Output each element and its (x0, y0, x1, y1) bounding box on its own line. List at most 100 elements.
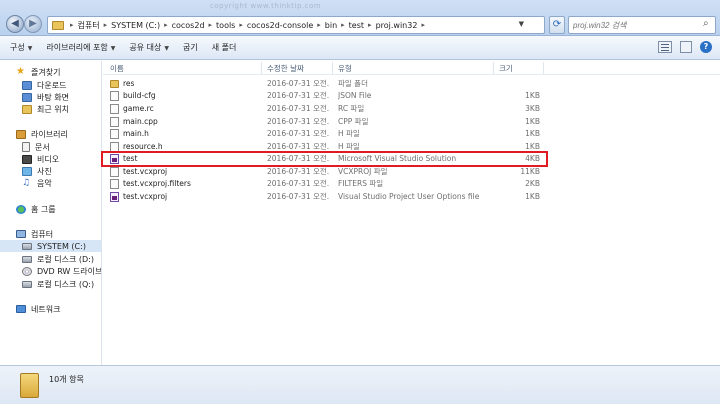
nav-desktop[interactable]: 바탕 화면 (22, 91, 69, 103)
file-icon (110, 129, 119, 139)
refresh-button[interactable]: ⟳ (549, 16, 565, 34)
breadcrumb-bin[interactable]: bin (323, 21, 339, 30)
search-input[interactable] (568, 16, 716, 34)
chevron-down-icon[interactable]: ▼ (519, 20, 524, 28)
file-row[interactable]: resource.h 2016-07-31 오전... H 파일 1KB (103, 141, 720, 153)
refresh-icon: ⟳ (552, 19, 562, 30)
preview-pane-icon[interactable] (680, 41, 692, 53)
file-list: 이름 수정한 날짜 유형 크기 res 2016-07-31 오전... 파일 … (103, 61, 720, 365)
file-row[interactable]: test.vcxproj.filters 2016-07-31 오전... FI… (103, 178, 720, 190)
column-divider[interactable] (261, 62, 262, 74)
file-name: test (123, 154, 138, 163)
file-row[interactable]: test.vcxproj 2016-07-31 오전... Visual Stu… (103, 191, 720, 203)
nav-music[interactable]: ♫ 음악 (22, 177, 52, 189)
nav-local-q[interactable]: 로컬 디스크 (Q:) (22, 278, 94, 290)
chevron-right-icon[interactable]: ▸ (102, 21, 110, 29)
nav-libraries[interactable]: 라이브러리 (16, 128, 68, 140)
file-type: VCXPROJ 파일 (338, 167, 388, 176)
burn-button[interactable]: 굽기 (183, 42, 198, 53)
chevron-right-icon[interactable]: ▸ (237, 21, 245, 29)
chevron-right-icon[interactable]: ▸ (315, 21, 323, 29)
breadcrumb-cocos2d-console[interactable]: cocos2d-console (245, 21, 315, 30)
column-divider[interactable] (493, 62, 494, 74)
new-folder-button[interactable]: 새 폴더 (212, 42, 237, 53)
file-row-highlighted[interactable]: test 2016-07-31 오전... Microsoft Visual S… (103, 153, 720, 165)
chevron-right-icon[interactable]: ▸ (162, 21, 170, 29)
drive-icon (22, 280, 32, 288)
column-date[interactable]: 수정한 날짜 (267, 63, 304, 74)
navigation-pane: ★ 즐겨찾기 다운로드 바탕 화면 최근 위치 라이브러리 문서 비디오 사진 … (0, 61, 102, 365)
breadcrumb-system-c[interactable]: SYSTEM (C:) (109, 21, 162, 30)
file-size: 11KB (520, 167, 540, 176)
column-name[interactable]: 이름 (110, 63, 124, 74)
star-icon: ★ (16, 66, 25, 77)
file-type: CPP 파일 (338, 117, 369, 126)
nav-system-c[interactable]: SYSTEM (C:) (0, 240, 101, 252)
nav-label: 컴퓨터 (31, 229, 54, 239)
column-divider[interactable] (332, 62, 333, 74)
drive-icon (22, 255, 32, 263)
back-button[interactable]: ◀ (6, 15, 24, 33)
column-size[interactable]: 크기 (499, 63, 513, 74)
chevron-right-icon[interactable]: ▸ (207, 21, 215, 29)
nav-downloads[interactable]: 다운로드 (22, 79, 66, 91)
nav-network[interactable]: 네트워크 (16, 303, 60, 315)
chevron-down-icon: ▼ (110, 45, 116, 52)
file-row[interactable]: test.vcxproj 2016-07-31 오전... VCXPROJ 파일… (103, 166, 720, 178)
drive-icon (22, 242, 32, 250)
breadcrumb-proj-win32[interactable]: proj.win32 (374, 21, 420, 30)
file-size: 1KB (525, 192, 540, 201)
homegroup-icon (16, 204, 26, 214)
nav-favorites[interactable]: ★ 즐겨찾기 (16, 66, 60, 78)
pictures-icon (22, 166, 32, 176)
file-name: game.rc (123, 104, 154, 113)
breadcrumb-cocos2d[interactable]: cocos2d (170, 21, 207, 30)
nav-recent[interactable]: 최근 위치 (22, 103, 69, 115)
file-size: 1KB (525, 117, 540, 126)
chevron-right-icon[interactable]: ▸ (68, 21, 76, 29)
organize-menu[interactable]: 구성 ▼ (10, 42, 32, 53)
file-row[interactable]: build-cfg 2016-07-31 오전... JSON File 1KB (103, 90, 720, 102)
share-with-menu[interactable]: 공유 대상 ▼ (129, 42, 169, 53)
nav-label: 비디오 (37, 154, 60, 164)
include-in-library-label: 라이브러리에 포함 (46, 43, 108, 52)
nav-label: SYSTEM (C:) (37, 241, 86, 251)
file-size: 2KB (525, 179, 540, 188)
change-view-icon[interactable] (658, 41, 672, 53)
file-row[interactable]: main.cpp 2016-07-31 오전... CPP 파일 1KB (103, 116, 720, 128)
nav-videos[interactable]: 비디오 (22, 153, 59, 165)
nav-pictures[interactable]: 사진 (22, 165, 52, 177)
search-icon[interactable]: ⌕ (703, 18, 709, 29)
file-icon (110, 91, 119, 101)
nav-computer[interactable]: 컴퓨터 (16, 228, 53, 240)
nav-local-d[interactable]: 로컬 디스크 (D:) (22, 253, 94, 265)
column-type[interactable]: 유형 (338, 63, 352, 74)
nav-label: 문서 (35, 142, 50, 152)
nav-dvd-drive[interactable]: DVD RW 드라이브 ( (22, 265, 101, 277)
chevron-right-icon[interactable]: ▸ (339, 21, 347, 29)
documents-icon (22, 142, 30, 152)
nav-documents[interactable]: 문서 (22, 141, 50, 153)
column-divider[interactable] (543, 62, 544, 74)
breadcrumb-computer[interactable]: 컴퓨터 (76, 20, 102, 31)
nav-label: 홈 그룹 (31, 204, 56, 214)
details-pane: 10개 항목 (0, 365, 720, 404)
breadcrumb-tools[interactable]: tools (214, 21, 237, 30)
include-in-library-menu[interactable]: 라이브러리에 포함 ▼ (46, 42, 115, 53)
nav-homegroup[interactable]: 홈 그룹 (16, 203, 56, 215)
chevron-down-icon: ▼ (164, 45, 170, 52)
file-row[interactable]: res 2016-07-31 오전... 파일 폴더 (103, 78, 720, 90)
chevron-right-icon[interactable]: ▸ (419, 21, 427, 29)
file-size: 4KB (525, 154, 540, 163)
music-icon: ♫ (22, 177, 31, 188)
forward-button[interactable]: ▶ (24, 15, 42, 33)
nav-label: 바탕 화면 (37, 92, 69, 102)
nav-label: 음악 (37, 178, 52, 188)
address-bar[interactable]: ▸ 컴퓨터 ▸ SYSTEM (C:) ▸ cocos2d ▸ tools ▸ … (47, 16, 545, 34)
file-row[interactable]: main.h 2016-07-31 오전... H 파일 1KB (103, 128, 720, 140)
file-row[interactable]: game.rc 2016-07-31 오전... RC 파일 3KB (103, 103, 720, 115)
help-icon[interactable]: ? (700, 41, 712, 53)
downloads-folder-icon (22, 80, 32, 90)
breadcrumb-test[interactable]: test (347, 21, 366, 30)
chevron-right-icon[interactable]: ▸ (366, 21, 374, 29)
